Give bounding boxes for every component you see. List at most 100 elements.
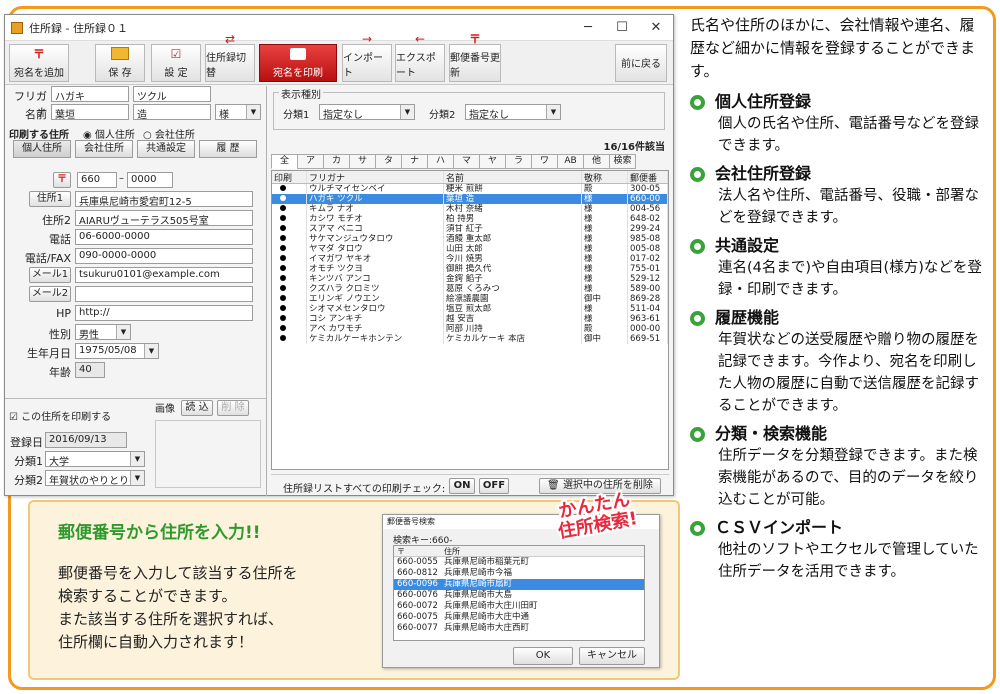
kana-tab[interactable]: 検索: [609, 154, 636, 169]
honorific-select[interactable]: 様 ▼: [215, 104, 261, 120]
table-row[interactable]: アベ カワモチ 阿部 川持殿 000-00: [272, 324, 668, 334]
print-flag[interactable]: [272, 334, 307, 344]
col-print[interactable]: 印刷: [272, 171, 307, 183]
tab-history[interactable]: 履 歴: [199, 140, 257, 158]
print-flag[interactable]: [272, 254, 307, 264]
print-address-button[interactable]: 宛名を印刷: [259, 44, 337, 82]
furigana-first-input[interactable]: ツクル: [133, 86, 211, 102]
kana-tab[interactable]: カ: [323, 154, 350, 169]
fax-input[interactable]: 090-0000-0000: [75, 248, 253, 264]
table-row[interactable]: スアマ ベニコ 須甘 紅子様 299-24: [272, 224, 668, 234]
mail1-input[interactable]: tsukuru0101@example.com: [75, 267, 253, 283]
dialog-ok-button[interactable]: OK: [513, 647, 573, 665]
print-flag[interactable]: [272, 314, 307, 324]
switch-book-button[interactable]: ⇄ 住所録切替: [205, 32, 255, 82]
dialog-list-item[interactable]: 660-0072 兵庫県尼崎市大庄川田町: [394, 601, 644, 612]
table-row[interactable]: オモチ ツクヨ 御餅 搗久代様 755-01: [272, 264, 668, 274]
mail1-button[interactable]: メール1: [29, 267, 71, 283]
col-furigana[interactable]: フリガナ: [307, 171, 444, 183]
address1-input[interactable]: 兵庫県尼崎市愛宕町12-5: [75, 191, 253, 207]
hp-input[interactable]: http://: [75, 305, 253, 321]
dialog-cancel-button[interactable]: キャンセル: [579, 647, 645, 665]
address1-button[interactable]: 住所1: [29, 191, 71, 207]
image-delete-button[interactable]: 削 除: [217, 400, 249, 416]
save-button[interactable]: 保 存: [95, 44, 145, 82]
table-row[interactable]: サケマンジュウタロウ 酒饅 重太郎様 985-08: [272, 234, 668, 244]
print-flag[interactable]: [272, 194, 307, 204]
table-row[interactable]: クズハラ クロミツ 葛原 くろみつ様 589-00: [272, 284, 668, 294]
birth-date-picker[interactable]: 1975/05/08 ▼: [75, 343, 159, 359]
print-flag[interactable]: [272, 184, 307, 194]
filter-cat1-select[interactable]: 指定なし ▼: [319, 104, 415, 120]
category2-select[interactable]: 年賀状のやりとりの ▼: [45, 470, 145, 486]
print-flag[interactable]: [272, 244, 307, 254]
address2-input[interactable]: AIARUヴューテラス505号室: [75, 210, 253, 226]
print-this-address-checkbox[interactable]: ☑ この住所を印刷する: [9, 408, 111, 423]
table-row[interactable]: シオマメセンタロウ 塩豆 煎太郎様 511-04: [272, 304, 668, 314]
mail2-input[interactable]: [75, 286, 253, 302]
print-flag[interactable]: [272, 204, 307, 214]
table-row[interactable]: イマガワ ヤキオ 今川 焼男様 017-02: [272, 254, 668, 264]
table-row[interactable]: コシ アンキチ越 安吉様 963-61: [272, 314, 668, 324]
radio-personal[interactable]: ◉ 個人住所: [83, 126, 135, 141]
table-row[interactable]: ケミカルケーキホンテン ケミカルケーキ 本店 御中 669-51: [272, 334, 668, 344]
table-row[interactable]: キンツバ アンコ 金鍔 餡子様 529-12: [272, 274, 668, 284]
name-first-input[interactable]: 造: [133, 104, 211, 120]
print-flag[interactable]: [272, 264, 307, 274]
table-row[interactable]: ウルチマイセンベイ 粳米 煎餅殿 300-05: [272, 184, 668, 194]
kana-tab[interactable]: マ: [453, 154, 480, 169]
dialog-list-item[interactable]: 660-0077 兵庫県尼崎市大庄西町: [394, 623, 644, 634]
minimize-button[interactable]: ─: [571, 20, 605, 35]
kana-tab[interactable]: ワ: [531, 154, 558, 169]
print-all-on-button[interactable]: ON: [449, 478, 475, 494]
print-flag[interactable]: [272, 324, 307, 334]
name-last-input[interactable]: 葉垣: [51, 104, 129, 120]
zip-second-input[interactable]: 0000: [127, 172, 173, 188]
radio-company[interactable]: ○ 会社住所: [143, 126, 195, 141]
print-flag[interactable]: [272, 294, 307, 304]
postal-search-button[interactable]: 〒: [53, 172, 71, 188]
kana-tab[interactable]: サ: [349, 154, 376, 169]
col-honorific[interactable]: 敬称: [582, 171, 628, 183]
kana-tab[interactable]: AB: [557, 154, 584, 169]
kana-tab[interactable]: ラ: [505, 154, 532, 169]
print-flag[interactable]: [272, 214, 307, 224]
print-flag[interactable]: [272, 284, 307, 294]
tab-common[interactable]: 共通設定: [137, 140, 195, 158]
maximize-button[interactable]: ☐: [605, 20, 639, 35]
kana-tab[interactable]: ア: [297, 154, 324, 169]
print-all-off-button[interactable]: OFF: [479, 478, 509, 494]
tel-input[interactable]: 06-6000-0000: [75, 229, 253, 245]
table-row[interactable]: エリンギ ノウエン 絵凛議農園 御中 869-28: [272, 294, 668, 304]
furigana-last-input[interactable]: ハガキ: [51, 86, 129, 102]
close-button[interactable]: ✕: [639, 20, 673, 35]
tab-personal[interactable]: 個人住所: [13, 140, 71, 158]
dialog-list-item[interactable]: 660-0076 兵庫県尼崎市大島: [394, 590, 644, 601]
kana-tab[interactable]: ナ: [401, 154, 428, 169]
table-row[interactable]: ヤマダ タロウ 山田 太郎様 005-08: [272, 244, 668, 254]
print-flag[interactable]: [272, 304, 307, 314]
kana-tab[interactable]: ハ: [427, 154, 454, 169]
dialog-list-item[interactable]: 660-0096 兵庫県尼崎市扇町: [394, 579, 644, 590]
print-flag[interactable]: [272, 234, 307, 244]
export-button[interactable]: ← エクスポート: [395, 32, 445, 82]
kana-tab[interactable]: 他: [583, 154, 610, 169]
update-postal-button[interactable]: 〒郵便番号更新: [449, 32, 501, 82]
print-flag[interactable]: [272, 224, 307, 234]
settings-button[interactable]: ☑ 設 定: [151, 44, 201, 82]
col-zip[interactable]: 郵便番: [628, 171, 668, 183]
dialog-list-item[interactable]: 660-0812 兵庫県尼崎市今福: [394, 568, 644, 579]
filter-cat2-select[interactable]: 指定なし ▼: [465, 104, 561, 120]
zip-first-input[interactable]: 660: [77, 172, 117, 188]
kana-tab[interactable]: 全: [271, 154, 298, 169]
gender-select[interactable]: 男性 ▼: [75, 324, 131, 340]
print-flag[interactable]: [272, 274, 307, 284]
dialog-list-item[interactable]: 660-0075 兵庫県尼崎市大庄中通: [394, 612, 644, 623]
col-name[interactable]: 名前: [444, 171, 582, 183]
category1-select[interactable]: 大学 ▼: [45, 451, 145, 467]
add-address-button[interactable]: 〒宛名を追加: [9, 44, 69, 82]
tab-company[interactable]: 会社住所: [75, 140, 133, 158]
kana-tab[interactable]: タ: [375, 154, 402, 169]
back-button[interactable]: 前に戻る: [615, 44, 667, 82]
delete-selected-button[interactable]: 🗑 選択中の住所を削除: [539, 478, 661, 494]
